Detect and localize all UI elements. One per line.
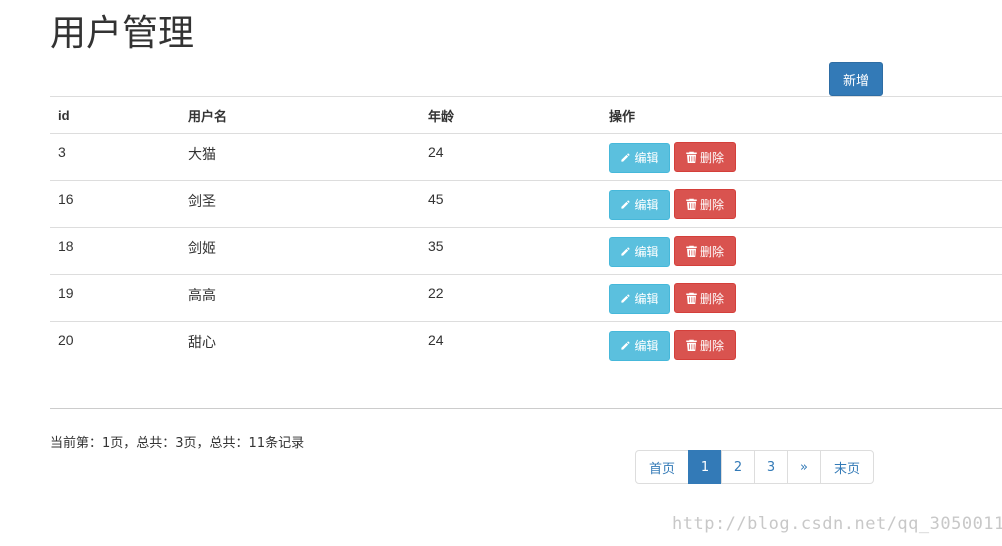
pencil-icon bbox=[620, 199, 634, 210]
delete-button[interactable]: 删除 bbox=[674, 330, 736, 360]
edit-label: 编辑 bbox=[634, 339, 659, 353]
edit-button[interactable]: 编辑 bbox=[609, 236, 670, 267]
cell-username: 高高 bbox=[180, 274, 420, 322]
cell-id: 16 bbox=[50, 180, 180, 228]
edit-button[interactable]: 编辑 bbox=[609, 142, 670, 173]
divider bbox=[50, 408, 1002, 409]
pagination-page-2[interactable]: 2 bbox=[721, 450, 755, 484]
trash-icon bbox=[686, 339, 700, 351]
delete-label: 删除 bbox=[699, 197, 724, 212]
trash-icon bbox=[686, 198, 700, 210]
edit-button[interactable]: 编辑 bbox=[609, 330, 670, 361]
cell-username: 大猫 bbox=[188, 146, 216, 162]
delete-button[interactable]: 删除 bbox=[674, 189, 736, 219]
table-row: 20 甜心 24 编辑 删除 bbox=[50, 321, 1002, 369]
pagination: 首页 1 2 3 » 末页 bbox=[635, 450, 874, 484]
edit-label: 编辑 bbox=[634, 151, 659, 165]
table-header-row: id 用户名 年龄 操作 bbox=[50, 96, 1002, 134]
column-header-username: 用户名 bbox=[180, 96, 420, 134]
trash-icon bbox=[686, 292, 700, 304]
pencil-icon bbox=[620, 246, 634, 257]
cell-username: 剑圣 bbox=[180, 180, 420, 228]
table-row: 3 大猫 24 编辑 删除 bbox=[50, 134, 1002, 181]
watermark: http://blog.csdn.net/qq_30500113 bbox=[672, 514, 1002, 534]
cell-actions: 编辑 删除 bbox=[601, 180, 1002, 228]
cell-id: 3 bbox=[58, 144, 66, 160]
cell-actions: 编辑 删除 bbox=[601, 274, 1002, 322]
cell-actions: 编辑 删除 bbox=[601, 134, 1002, 181]
delete-label: 删除 bbox=[699, 291, 724, 306]
edit-button[interactable]: 编辑 bbox=[609, 283, 670, 314]
cell-age: 45 bbox=[420, 180, 601, 228]
edit-button[interactable]: 编辑 bbox=[609, 189, 670, 220]
delete-label: 删除 bbox=[699, 338, 724, 353]
cell-age: 22 bbox=[420, 274, 601, 322]
pagination-first[interactable]: 首页 bbox=[635, 450, 689, 484]
delete-label: 删除 bbox=[699, 150, 724, 165]
delete-button[interactable]: 删除 bbox=[674, 142, 736, 172]
edit-label: 编辑 bbox=[634, 292, 659, 306]
cell-actions: 编辑 删除 bbox=[601, 227, 1002, 275]
delete-label: 删除 bbox=[699, 244, 724, 259]
pagination-page-3[interactable]: 3 bbox=[754, 450, 788, 484]
delete-button[interactable]: 删除 bbox=[674, 236, 736, 266]
table-row: 16 剑圣 45 编辑 删除 bbox=[50, 180, 1002, 228]
edit-label: 编辑 bbox=[634, 245, 659, 259]
cell-actions: 编辑 删除 bbox=[601, 321, 1002, 369]
cell-age: 35 bbox=[420, 227, 601, 275]
table-body: 3 大猫 24 编辑 删除 16 剑圣 45 编辑 删除 18 剑姬 35 编辑 删除 19 高高 22 编辑 删除 2… bbox=[50, 134, 1002, 369]
pencil-icon bbox=[620, 340, 634, 351]
user-table: id 用户名 年龄 操作 3 大猫 24 编辑 删除 16 剑圣 45 编辑 删除 18 剑姬 35 编辑… bbox=[50, 96, 1002, 369]
cell-username: 剑姬 bbox=[180, 227, 420, 275]
add-button[interactable]: 新增 bbox=[829, 62, 883, 96]
pagination-next[interactable]: » bbox=[787, 450, 821, 484]
table-row: 19 高高 22 编辑 删除 bbox=[50, 274, 1002, 322]
page: 用户管理 新增 id 用户名 年龄 操作 3 大猫 24 编辑 删除 16 剑圣 45 编辑 删除… bbox=[0, 0, 1002, 546]
cell-id: 18 bbox=[50, 227, 180, 275]
cell-age: 24 bbox=[428, 144, 444, 160]
column-header-id: id bbox=[50, 96, 180, 134]
table-row: 18 剑姬 35 编辑 删除 bbox=[50, 227, 1002, 275]
column-header-age: 年龄 bbox=[420, 96, 601, 134]
pencil-icon bbox=[620, 152, 634, 163]
cell-age: 24 bbox=[420, 321, 601, 369]
edit-label: 编辑 bbox=[634, 198, 659, 212]
trash-icon bbox=[686, 245, 700, 257]
trash-icon bbox=[686, 151, 700, 163]
delete-button[interactable]: 删除 bbox=[674, 283, 736, 313]
column-header-actions: 操作 bbox=[601, 96, 1002, 134]
page-title: 用户管理 bbox=[50, 13, 195, 54]
cell-id: 20 bbox=[50, 321, 180, 369]
pagination-summary: 当前第：1页，总共：3页，总共：11条记录 bbox=[50, 436, 305, 451]
pagination-page-1[interactable]: 1 bbox=[688, 450, 722, 484]
pagination-last[interactable]: 末页 bbox=[820, 450, 874, 484]
cell-id: 19 bbox=[50, 274, 180, 322]
cell-username: 甜心 bbox=[180, 321, 420, 369]
pencil-icon bbox=[620, 293, 634, 304]
